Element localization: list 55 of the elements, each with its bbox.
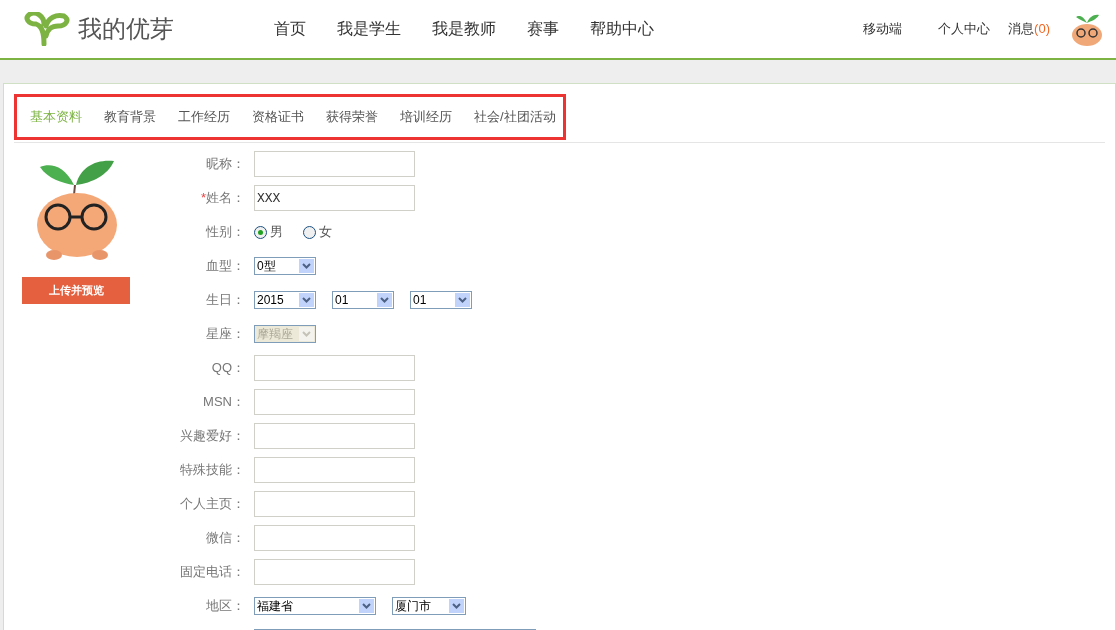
text-field[interactable] [254, 355, 415, 381]
dropdown[interactable]: 2015 [254, 291, 316, 309]
dropdown[interactable]: 01 [410, 291, 472, 309]
profile-tab[interactable]: 培训经历 [400, 107, 452, 127]
text-field[interactable] [254, 423, 415, 449]
logo-text: 我的优芽 [78, 14, 174, 44]
nav-link[interactable]: 帮助中心 [590, 17, 654, 41]
radio-option[interactable]: 女 [303, 222, 332, 242]
text-field[interactable] [254, 491, 415, 517]
profile-tab[interactable]: 获得荣誉 [326, 107, 378, 127]
nav-link[interactable]: 我是学生 [337, 17, 401, 41]
field-label: *姓名： [199, 189, 246, 208]
radio-option[interactable]: 男 [254, 222, 283, 242]
chevron-down-icon [302, 297, 311, 303]
field-label: 星座： [205, 325, 246, 344]
chevron-down-icon [458, 297, 467, 303]
field-label: 兴趣爱好： [179, 427, 246, 446]
field-label: 生日： [205, 291, 246, 310]
nav-link[interactable]: 赛事 [527, 17, 559, 41]
chevron-down-icon [380, 297, 389, 303]
chevron-down-icon [362, 603, 371, 609]
text-field[interactable] [254, 525, 415, 551]
field-label: 特殊技能： [179, 461, 246, 480]
chevron-down-icon [452, 603, 461, 609]
text-field[interactable] [254, 389, 415, 415]
header-link[interactable]: 移动端 [863, 19, 903, 39]
dropdown: 摩羯座 [254, 325, 316, 343]
profile-tab[interactable]: 社会/社团活动 [474, 107, 556, 127]
chevron-down-icon [302, 263, 311, 269]
chevron-down-icon [302, 331, 311, 337]
field-label: MSN： [202, 393, 246, 412]
header-link[interactable]: 个人中心 [938, 19, 991, 39]
text-field[interactable] [254, 559, 415, 585]
field-label: 性别： [205, 223, 246, 242]
dropdown[interactable]: 福建省 [254, 597, 376, 615]
dropdown[interactable]: 0型 [254, 257, 316, 275]
field-label: 昵称： [205, 155, 246, 174]
profile-tab[interactable]: 资格证书 [252, 107, 304, 127]
text-field[interactable] [254, 151, 415, 177]
messages-link[interactable]: 消息(0) [1008, 19, 1050, 39]
text-field[interactable] [254, 457, 415, 483]
field-label: 固定电话： [179, 563, 246, 582]
profile-tab[interactable]: 工作经历 [178, 107, 230, 127]
nav-link[interactable]: 首页 [274, 17, 306, 41]
field-label: 微信： [205, 529, 246, 548]
text-field[interactable]: XXX [254, 185, 415, 211]
field-label: QQ： [210, 359, 246, 378]
field-label: 个人主页： [179, 495, 246, 514]
dropdown[interactable]: 厦门市 [392, 597, 466, 615]
nav-link[interactable]: 我是教师 [432, 17, 496, 41]
field-label: 血型： [205, 257, 246, 276]
dropdown[interactable]: 01 [332, 291, 394, 309]
sprout-logo-icon[interactable] [22, 12, 70, 46]
field-label: 地区： [205, 597, 246, 616]
profile-tab[interactable]: 教育背景 [104, 107, 156, 127]
